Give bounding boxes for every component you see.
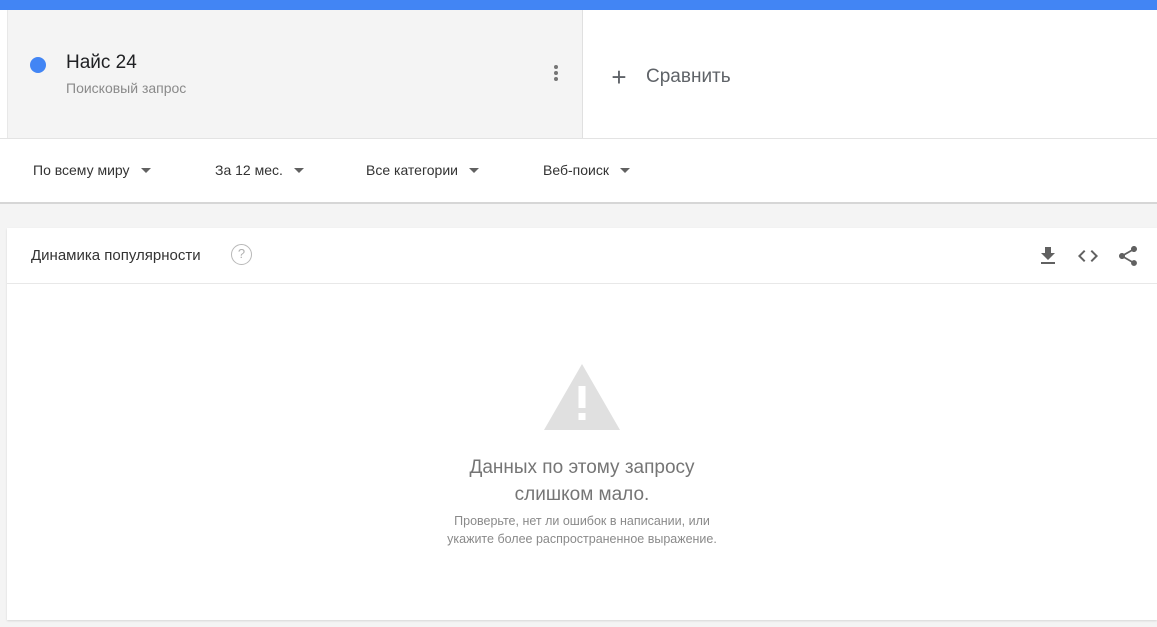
search-term-type: Поисковый запрос — [66, 80, 187, 96]
more-vert-icon[interactable] — [551, 65, 561, 85]
panel-title: Динамика популярности — [31, 247, 201, 264]
empty-state-title-line1: Данных по этому запросу — [469, 457, 695, 478]
filter-period-dropdown[interactable]: За 12 мес. — [215, 162, 304, 178]
filter-category-label: Все категории — [366, 162, 458, 178]
filter-period-label: За 12 мес. — [215, 162, 283, 178]
filter-category-dropdown[interactable]: Все категории — [366, 162, 479, 178]
search-term-card[interactable]: Найс 24 Поисковый запрос — [7, 10, 583, 138]
empty-state-title: Данных по этому запросу слишком мало. — [7, 454, 1157, 508]
empty-state-hint-line1: Проверьте, нет ли ошибок в написании, ил… — [454, 514, 710, 528]
embed-code-icon[interactable] — [1076, 244, 1100, 268]
caret-down-icon — [140, 167, 151, 173]
search-terms-header: Найс 24 Поисковый запрос + Сравнить — [0, 10, 1157, 139]
search-term-name[interactable]: Найс 24 — [66, 52, 137, 74]
caret-down-icon — [619, 167, 630, 173]
empty-state-hint-line2: укажите более распространенное выражение… — [447, 532, 717, 546]
filter-search-type-dropdown[interactable]: Веб-поиск — [543, 162, 630, 178]
filter-region-dropdown[interactable]: По всему миру — [33, 162, 151, 178]
filter-region-label: По всему миру — [33, 162, 130, 178]
filter-bar: По всему миру За 12 мес. Все категории В… — [0, 139, 1157, 204]
caret-down-icon — [293, 167, 304, 173]
compare-label: Сравнить — [646, 66, 731, 87]
share-icon[interactable] — [1116, 244, 1140, 268]
filter-search-type-label: Веб-поиск — [543, 162, 609, 178]
warning-icon — [543, 362, 621, 432]
caret-down-icon — [468, 167, 479, 173]
plus-icon: + — [611, 62, 627, 92]
panel-header: Динамика популярности ? — [7, 228, 1157, 284]
empty-state-title-line2: слишком мало. — [514, 484, 650, 505]
help-icon[interactable]: ? — [231, 244, 252, 265]
interest-over-time-panel: Динамика популярности ? Данных по этому … — [7, 228, 1157, 620]
top-accent-bar — [0, 0, 1157, 10]
download-icon[interactable] — [1036, 244, 1060, 268]
term-color-dot — [30, 57, 46, 73]
empty-state-hint: Проверьте, нет ли ошибок в написании, ил… — [7, 512, 1157, 548]
compare-button[interactable]: + Сравнить — [606, 60, 731, 94]
